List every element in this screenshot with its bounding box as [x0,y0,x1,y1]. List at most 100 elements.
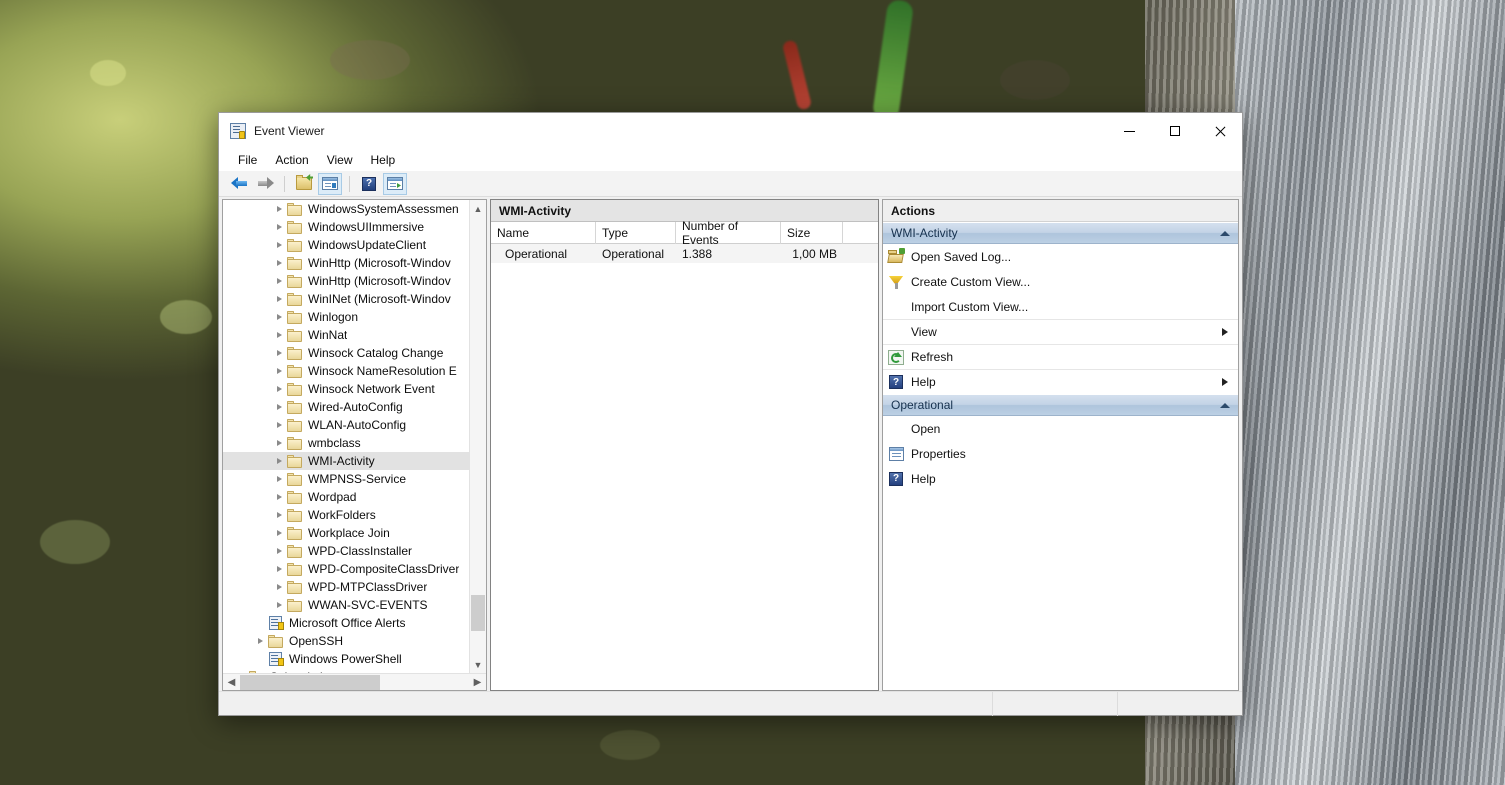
tree-item-wmbclass[interactable]: wmbclass [223,434,486,452]
console-tree-pane[interactable]: WindowsSystemAssessmenWindowsUIImmersive… [222,199,487,691]
expand-chevron-icon[interactable] [271,314,287,320]
tree-hscroll-track[interactable] [240,674,469,691]
expand-chevron-icon[interactable] [252,638,268,644]
scroll-down-icon[interactable]: ▼ [470,656,486,673]
column-header-number-of-events[interactable]: Number of Events [676,222,781,244]
menu-item-help[interactable]: Help [362,151,405,169]
console-tree-scroll-area[interactable]: WindowsSystemAssessmenWindowsUIImmersive… [223,200,486,673]
tree-item-wpd-classinstaller[interactable]: WPD-ClassInstaller [223,542,486,560]
tree-item-wordpad[interactable]: Wordpad [223,488,486,506]
help-button[interactable]: ? [357,173,381,195]
open-saved-log-button[interactable] [292,173,316,195]
tree-item-workfolders[interactable]: WorkFolders [223,506,486,524]
log-list-pane[interactable]: WMI-Activity Name Type Number of Events … [490,199,879,691]
show-hide-action-pane-button[interactable] [383,173,407,195]
actions-group-header-operational[interactable]: Operational [883,394,1238,416]
expand-chevron-icon[interactable] [271,602,287,608]
menu-item-view[interactable]: View [318,151,362,169]
expand-chevron-icon[interactable] [271,494,287,500]
tree-item-winnat[interactable]: WinNat [223,326,486,344]
minimize-button[interactable] [1107,113,1152,149]
expand-chevron-icon[interactable] [271,224,287,230]
tree-item-winsock-network-event[interactable]: Winsock Network Event [223,380,486,398]
show-hide-console-tree-button[interactable] [318,173,342,195]
column-header-type[interactable]: Type [596,222,676,244]
expand-chevron-icon[interactable] [271,296,287,302]
tree-item-wmi-activity[interactable]: WMI-Activity [223,452,486,470]
tree-item-wpd-mtpclassdriver[interactable]: WPD-MTPClassDriver [223,578,486,596]
tree-item-microsoft-office-alerts[interactable]: Microsoft Office Alerts [223,614,486,632]
action-item-properties[interactable]: Properties [883,441,1238,466]
expand-chevron-icon[interactable] [271,476,287,482]
tree-vscroll-thumb[interactable] [471,595,485,631]
menu-bar[interactable]: File Action View Help [219,149,1242,171]
action-item-create-custom-view[interactable]: Create Custom View... [883,269,1238,294]
expand-chevron-icon[interactable] [271,422,287,428]
column-header-size[interactable]: Size [781,222,843,244]
event-viewer-window[interactable]: Event Viewer File Action View Help ? [218,112,1243,716]
caret-up-icon[interactable] [1220,403,1230,408]
expand-chevron-icon[interactable] [271,530,287,536]
tree-horizontal-scrollbar[interactable]: ◀ ▶ [223,673,486,690]
window-controls[interactable] [1107,113,1242,149]
forward-button[interactable] [253,173,277,195]
scroll-right-icon[interactable]: ▶ [469,674,486,691]
expand-chevron-icon[interactable] [271,512,287,518]
scroll-left-icon[interactable]: ◀ [223,674,240,691]
expand-chevron-icon[interactable] [271,350,287,356]
table-row[interactable]: OperationalOperational1.3881,00 MB [491,244,878,263]
log-list-rows[interactable]: OperationalOperational1.3881,00 MB [491,244,878,263]
actions-pane[interactable]: Actions WMI-ActivityOpen Saved Log...Cre… [882,199,1239,691]
tree-item-wlan-autoconfig[interactable]: WLAN-AutoConfig [223,416,486,434]
action-item-view[interactable]: View [883,319,1238,344]
list-column-headers[interactable]: Name Type Number of Events Size [491,222,878,244]
tree-item-wwan-svc-events[interactable]: WWAN-SVC-EVENTS [223,596,486,614]
expand-chevron-icon[interactable] [271,584,287,590]
expand-chevron-icon[interactable] [271,440,287,446]
column-header-name[interactable]: Name [491,222,596,244]
expand-chevron-icon[interactable] [271,206,287,212]
tree-item-wmpnss-service[interactable]: WMPNSS-Service [223,470,486,488]
back-button[interactable] [227,173,251,195]
actions-group-header-wmi-activity[interactable]: WMI-Activity [883,222,1238,244]
tree-vertical-scrollbar[interactable]: ▲ ▼ [469,200,486,673]
console-tree-list[interactable]: WindowsSystemAssessmenWindowsUIImmersive… [223,200,486,673]
scroll-up-icon[interactable]: ▲ [470,200,486,217]
close-button[interactable] [1197,113,1242,149]
tree-item-winsock-nameresolution-e[interactable]: Winsock NameResolution E [223,362,486,380]
action-item-help[interactable]: ?Help [883,466,1238,491]
caret-up-icon[interactable] [1220,231,1230,236]
tree-item-openssh[interactable]: OpenSSH [223,632,486,650]
action-item-open[interactable]: Open [883,416,1238,441]
expand-chevron-icon[interactable] [271,566,287,572]
tree-item-winlogon[interactable]: Winlogon [223,308,486,326]
action-item-import-custom-view[interactable]: Import Custom View... [883,294,1238,319]
tree-item-windowsuiimmersive[interactable]: WindowsUIImmersive [223,218,486,236]
tree-item-winhttp-microsoft-windov[interactable]: WinHttp (Microsoft-Windov [223,272,486,290]
tree-item-workplace-join[interactable]: Workplace Join [223,524,486,542]
expand-chevron-icon[interactable] [271,260,287,266]
tree-item-wininet-microsoft-windov[interactable]: WinINet (Microsoft-Windov [223,290,486,308]
action-item-open-saved-log[interactable]: Open Saved Log... [883,244,1238,269]
tree-item-windowssystemassessmen[interactable]: WindowsSystemAssessmen [223,200,486,218]
menu-item-file[interactable]: File [229,151,266,169]
expand-chevron-icon[interactable] [271,548,287,554]
action-item-refresh[interactable]: Refresh [883,344,1238,369]
action-item-help[interactable]: ?Help [883,369,1238,394]
expand-chevron-icon[interactable] [271,458,287,464]
expand-chevron-icon[interactable] [271,404,287,410]
tree-item-windows-powershell[interactable]: Windows PowerShell [223,650,486,668]
tree-item-wired-autoconfig[interactable]: Wired-AutoConfig [223,398,486,416]
tree-item-winsock-catalog-change[interactable]: Winsock Catalog Change [223,344,486,362]
expand-chevron-icon[interactable] [271,386,287,392]
expand-chevron-icon[interactable] [271,242,287,248]
tree-item-windowsupdateclient[interactable]: WindowsUpdateClient [223,236,486,254]
tree-hscroll-thumb[interactable] [240,675,380,690]
expand-chevron-icon[interactable] [271,332,287,338]
menu-item-action[interactable]: Action [266,151,317,169]
tree-item-winhttp-microsoft-windov[interactable]: WinHttp (Microsoft-Windov [223,254,486,272]
toolbar[interactable]: ? [219,171,1242,197]
title-bar[interactable]: Event Viewer [219,113,1242,149]
expand-chevron-icon[interactable] [271,278,287,284]
tree-item-wpd-compositeclassdriver[interactable]: WPD-CompositeClassDriver [223,560,486,578]
